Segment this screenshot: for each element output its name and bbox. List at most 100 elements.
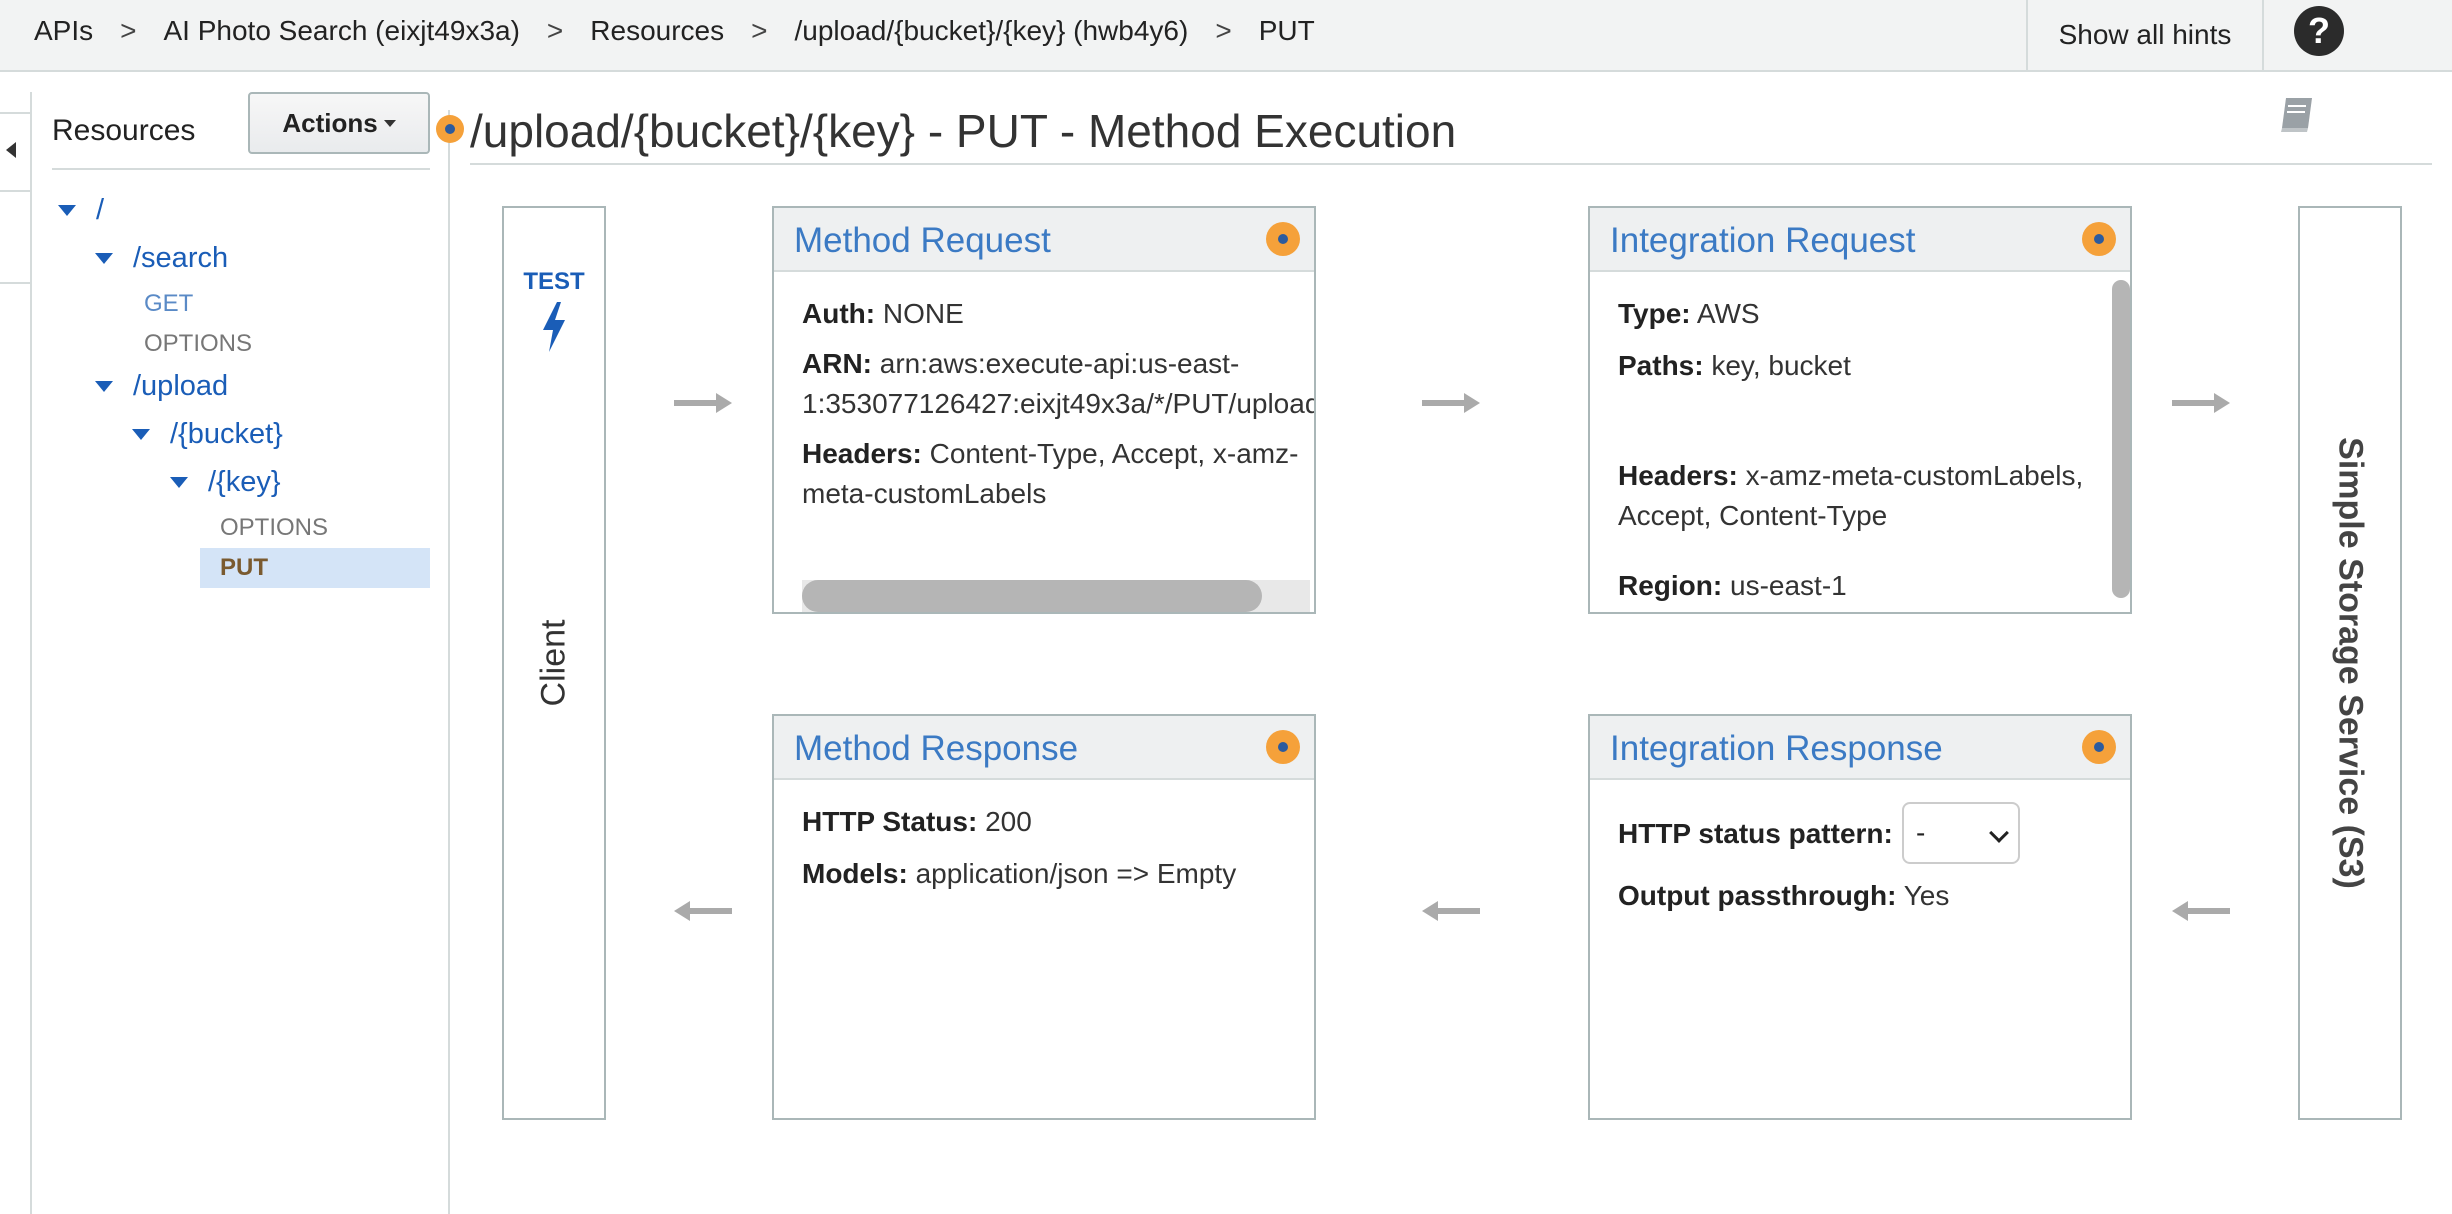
test-label[interactable]: TEST (504, 268, 604, 296)
arrow-left-icon (2172, 901, 2230, 921)
tree-item-root[interactable]: / (58, 194, 104, 227)
hint-dot-icon[interactable] (2082, 222, 2116, 256)
divider (52, 168, 430, 170)
arrow-right-icon (1422, 393, 1480, 413)
method-response-link[interactable]: Method Response (794, 729, 1078, 769)
http-status-field: HTTP Status: 200 (802, 802, 1032, 842)
hint-dot-icon[interactable] (2082, 730, 2116, 764)
resources-heading: Resources (52, 114, 196, 147)
tree-item-label[interactable]: /{key} (208, 466, 281, 499)
backend-label: Simple Storage Service (S3) (2331, 437, 2370, 889)
breadcrumb-resource-path[interactable]: /upload/{bucket}/{key} (hwb4y6) (794, 15, 1188, 47)
field-value: Accept, Content-Type (1618, 500, 1888, 531)
actions-dropdown-button[interactable]: Actions (248, 92, 430, 154)
hint-dot-icon[interactable] (1266, 222, 1300, 256)
breadcrumb-separator: > (546, 15, 564, 46)
field-value: key, bucket (1711, 350, 1851, 381)
models-field: Models: application/json => Empty (802, 854, 1236, 894)
client-panel: TEST Client (502, 206, 606, 1120)
horizontal-scrollbar[interactable] (802, 580, 1310, 612)
field-key: HTTP status pattern: (1618, 818, 1893, 849)
tree-item-label[interactable]: /upload (133, 370, 228, 403)
arrow-left-icon (674, 901, 732, 921)
breadcrumb-separator: > (120, 15, 137, 46)
tree-item-label[interactable]: /search (133, 242, 228, 275)
tree-item-label[interactable]: /{bucket} (170, 418, 283, 451)
arn-field: ARN: arn:aws:execute-api:us-east- 1:35307… (802, 344, 1316, 424)
field-key: Auth: (802, 298, 876, 329)
status-pattern-field: HTTP status pattern: (1618, 814, 1893, 854)
tree-method-options[interactable]: OPTIONS (144, 330, 252, 358)
lightning-bolt-icon[interactable] (539, 302, 569, 352)
field-value: Content-Type, Accept, x-amz- (929, 438, 1299, 469)
field-key: Headers: (802, 438, 922, 469)
field-value: arn:aws:execute-api:us-east- (879, 348, 1240, 379)
passthrough-field: Output passthrough: Yes (1618, 876, 1949, 916)
collapse-tab[interactable] (0, 190, 30, 284)
box-header: Integration Response (1590, 716, 2130, 780)
breadcrumb-method: PUT (1258, 15, 1315, 46)
method-request-link[interactable]: Method Request (794, 221, 1051, 261)
scrollbar-thumb[interactable] (802, 580, 1262, 612)
tree-method-get[interactable]: GET (144, 290, 193, 318)
expand-triangle-icon[interactable] (95, 253, 113, 264)
breadcrumb-separator: > (751, 15, 768, 46)
book-icon[interactable] (2274, 92, 2318, 136)
divider (470, 163, 2432, 165)
field-value: 1:353077126427:eixjt49x3a/*/PUT/upload (802, 388, 1316, 419)
tree-item-label[interactable]: / (96, 194, 104, 227)
status-pattern-select[interactable]: - (1902, 802, 2020, 864)
method-response-box: Method Response HTTP Status: 200 Models:… (772, 714, 1316, 1120)
client-label: Client (534, 619, 573, 707)
tree-item-search[interactable]: /search (95, 242, 228, 275)
field-value: Yes (1903, 880, 1950, 911)
hint-dot-icon[interactable] (436, 115, 464, 143)
tree-item-key[interactable]: /{key} (170, 466, 281, 499)
test-button[interactable]: TEST (504, 268, 604, 352)
breadcrumb-api-name[interactable]: AI Photo Search (eixjt49x3a) (164, 15, 520, 47)
backend-panel: Simple Storage Service (S3) (2298, 206, 2402, 1120)
field-key: Type: (1618, 298, 1691, 329)
breadcrumb-apis[interactable]: APIs (34, 15, 93, 47)
panel-divider (448, 110, 450, 1214)
breadcrumb-separator: > (1215, 15, 1232, 46)
type-field: Type: AWS (1618, 294, 1760, 334)
integration-response-link[interactable]: Integration Response (1610, 729, 1943, 769)
field-value: x-amz-meta-customLabels, (1745, 460, 2084, 491)
field-value: application/json => Empty (915, 858, 1237, 889)
field-key: Paths: (1618, 350, 1704, 381)
scrollbar-thumb[interactable] (2112, 280, 2130, 598)
box-header: Method Response (774, 716, 1314, 780)
breadcrumb-resources[interactable]: Resources (590, 15, 724, 47)
hint-dot-icon[interactable] (1266, 730, 1300, 764)
vertical-scrollbar[interactable] (2110, 274, 2130, 612)
integration-request-box: Integration Request Type: AWS Paths: key… (1588, 206, 2132, 614)
field-key: Output passthrough: (1618, 880, 1897, 911)
paths-field: Paths: key, bucket (1618, 346, 1851, 386)
integration-response-box: Integration Response HTTP status pattern… (1588, 714, 2132, 1120)
chevron-down-icon (1989, 823, 2009, 843)
integration-request-link[interactable]: Integration Request (1610, 221, 1915, 261)
tree-method-options[interactable]: OPTIONS (220, 514, 328, 542)
tree-item-bucket[interactable]: /{bucket} (132, 418, 283, 451)
sidebar-collapse-strip (0, 92, 32, 1214)
expand-triangle-icon[interactable] (95, 381, 113, 392)
box-header: Method Request (774, 208, 1314, 272)
expand-triangle-icon[interactable] (170, 477, 188, 488)
question-circle-icon[interactable]: ? (2294, 6, 2344, 56)
field-key: ARN: (802, 348, 872, 379)
tree-item-upload[interactable]: /upload (95, 370, 228, 403)
field-key: Models: (802, 858, 908, 889)
show-all-hints-button[interactable]: Show all hints (2026, 0, 2264, 70)
field-value: meta-customLabels (802, 478, 1047, 509)
field-key: Region: (1618, 570, 1723, 601)
headers-field: Headers: Content-Type, Accept, x-amz-met… (802, 434, 1298, 514)
actions-label: Actions (282, 107, 378, 138)
field-value: NONE (882, 298, 964, 329)
expand-triangle-icon[interactable] (58, 205, 76, 216)
chevron-left-icon[interactable] (6, 142, 16, 158)
field-value: us-east-1 (1730, 570, 1847, 601)
tree-method-put-selected[interactable]: PUT (220, 554, 268, 582)
expand-triangle-icon[interactable] (132, 429, 150, 440)
field-key: HTTP Status: (802, 806, 978, 837)
